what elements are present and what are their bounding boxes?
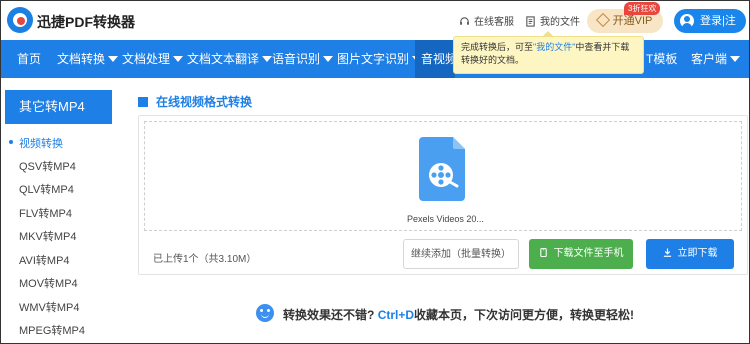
sidebar-title: 其它转MP4 bbox=[5, 90, 112, 124]
document-icon bbox=[526, 16, 535, 27]
caret-down-icon bbox=[173, 56, 184, 62]
title-marker-icon bbox=[138, 97, 148, 107]
download-icon bbox=[663, 248, 671, 257]
nav-item-speech[interactable]: 语音识别 bbox=[272, 40, 334, 78]
sidebar-item-flv[interactable]: FLV转MP4 bbox=[19, 205, 72, 221]
download-to-phone-button[interactable]: 下载文件至手机 bbox=[529, 239, 633, 269]
login-button[interactable]: 登录|注册 bbox=[674, 9, 746, 51]
nav-item-doc-convert[interactable]: 文档转换 bbox=[57, 40, 119, 78]
sidebar-item-qsv[interactable]: QSV转MP4 bbox=[19, 158, 76, 174]
vip-promo-badge: 3折狂欢 bbox=[624, 2, 661, 15]
customer-service-label: 在线客服 bbox=[474, 17, 514, 28]
nav-item-client[interactable]: 客户端 bbox=[691, 40, 741, 78]
files-tooltip: 完成转换后，可至"我的文件"中查看并下载转换好的文档。 bbox=[453, 31, 644, 74]
video-file-icon[interactable] bbox=[419, 137, 467, 201]
caret-down-icon bbox=[730, 56, 741, 62]
nav-item-translate[interactable]: 文档文本翻译 bbox=[187, 40, 273, 78]
nav-label: T模板 bbox=[646, 52, 678, 66]
vip-label: 开通VIP bbox=[612, 15, 653, 27]
add-files-button[interactable]: 继续添加（批量转换） bbox=[403, 239, 519, 269]
app-window: 迅捷PDF转换器 在线客服 我的文件 开通VIP 3折狂欢 登录|注册 首页 文… bbox=[0, 0, 750, 344]
nav-label: 图片文字识别 bbox=[337, 52, 410, 66]
logo-icon[interactable] bbox=[7, 7, 33, 33]
caret-down-icon bbox=[323, 56, 334, 62]
phone-icon bbox=[539, 248, 547, 257]
top-bar: 迅捷PDF转换器 在线客服 我的文件 开通VIP 3折狂欢 登录|注册 bbox=[1, 1, 749, 51]
sidebar-item-video-convert[interactable]: 视频转换 bbox=[9, 135, 63, 151]
sidebar-item-mkv[interactable]: MKV转MP4 bbox=[19, 228, 76, 244]
nav-label: 文档文本翻译 bbox=[187, 52, 260, 66]
nav-label: 文档转换 bbox=[57, 52, 106, 66]
caret-down-icon bbox=[262, 56, 273, 62]
upload-panel: Pexels Videos 20... 已上传1个（共3.10M） 继续添加（批… bbox=[138, 115, 748, 275]
sidebar-item-mov[interactable]: MOV转MP4 bbox=[19, 275, 78, 291]
tooltip-link[interactable]: "我的文件" bbox=[533, 42, 575, 52]
shortcut-text: Ctrl+D bbox=[377, 308, 415, 322]
download-to-phone-label: 下载文件至手机 bbox=[553, 248, 624, 259]
brand-name[interactable]: 迅捷PDF转换器 bbox=[37, 12, 135, 32]
tooltip-text: 完成转换后，可至 bbox=[461, 42, 534, 52]
nav-item-home[interactable]: 首页 bbox=[17, 40, 41, 78]
nav-label: 语音识别 bbox=[272, 52, 321, 66]
upload-count: 已上传1个（共3.10M） bbox=[153, 254, 257, 265]
tip-text: 收藏本页，下次访问更方便，转换更轻松! bbox=[414, 308, 635, 322]
download-now-button[interactable]: 立即下载 bbox=[646, 239, 734, 269]
sidebar-item-wmv[interactable]: WMV转MP4 bbox=[19, 299, 80, 315]
page-title-text: 在线视频格式转换 bbox=[156, 95, 253, 109]
download-now-label: 立即下载 bbox=[677, 248, 718, 259]
nav-item-audio-video[interactable]: 音视频 bbox=[415, 40, 455, 78]
user-icon bbox=[680, 14, 694, 28]
nav-label: 文档处理 bbox=[122, 52, 171, 66]
nav-item-ocr[interactable]: 图片文字识别 bbox=[337, 40, 423, 78]
drop-zone[interactable]: Pexels Videos 20... bbox=[144, 121, 742, 231]
sidebar-item-qlv[interactable]: QLV转MP4 bbox=[19, 181, 74, 197]
smile-icon bbox=[256, 304, 274, 322]
tip-text: 转换效果还不错? bbox=[283, 308, 375, 322]
my-files-label: 我的文件 bbox=[540, 17, 580, 28]
sidebar-item-avi[interactable]: AVI转MP4 bbox=[19, 252, 70, 268]
my-files-link[interactable]: 我的文件 bbox=[525, 13, 580, 28]
bookmark-tip: 转换效果还不错? Ctrl+D收藏本页，下次访问更方便，转换更轻松! bbox=[283, 306, 634, 323]
file-name: Pexels Videos 20... bbox=[407, 214, 484, 224]
nav-item-templates[interactable]: T模板 bbox=[646, 40, 677, 78]
nav-label: 音视频 bbox=[421, 52, 455, 66]
sidebar-item-mpeg[interactable]: MPEG转MP4 bbox=[19, 322, 85, 338]
nav-item-doc-process[interactable]: 文档处理 bbox=[122, 40, 184, 78]
caret-down-icon bbox=[108, 56, 119, 62]
page-title: 在线视频格式转换 bbox=[138, 93, 252, 110]
customer-service-link[interactable]: 在线客服 bbox=[459, 13, 514, 28]
nav-label: 客户端 bbox=[691, 52, 728, 66]
headset-icon bbox=[460, 17, 469, 25]
diamond-icon bbox=[595, 12, 610, 28]
nav-label: 首页 bbox=[17, 52, 42, 66]
